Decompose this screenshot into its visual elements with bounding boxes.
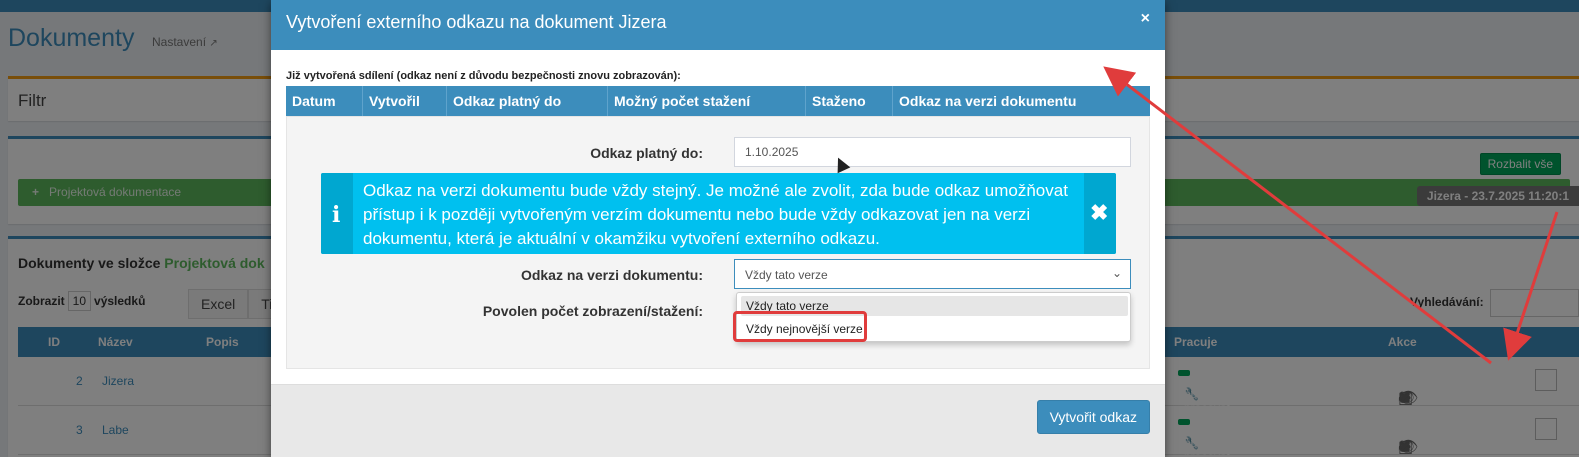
arrow-to-modal [1103,66,1492,365]
annotation-arrows [1103,66,1559,365]
arrow-to-action-icon [1503,211,1559,361]
